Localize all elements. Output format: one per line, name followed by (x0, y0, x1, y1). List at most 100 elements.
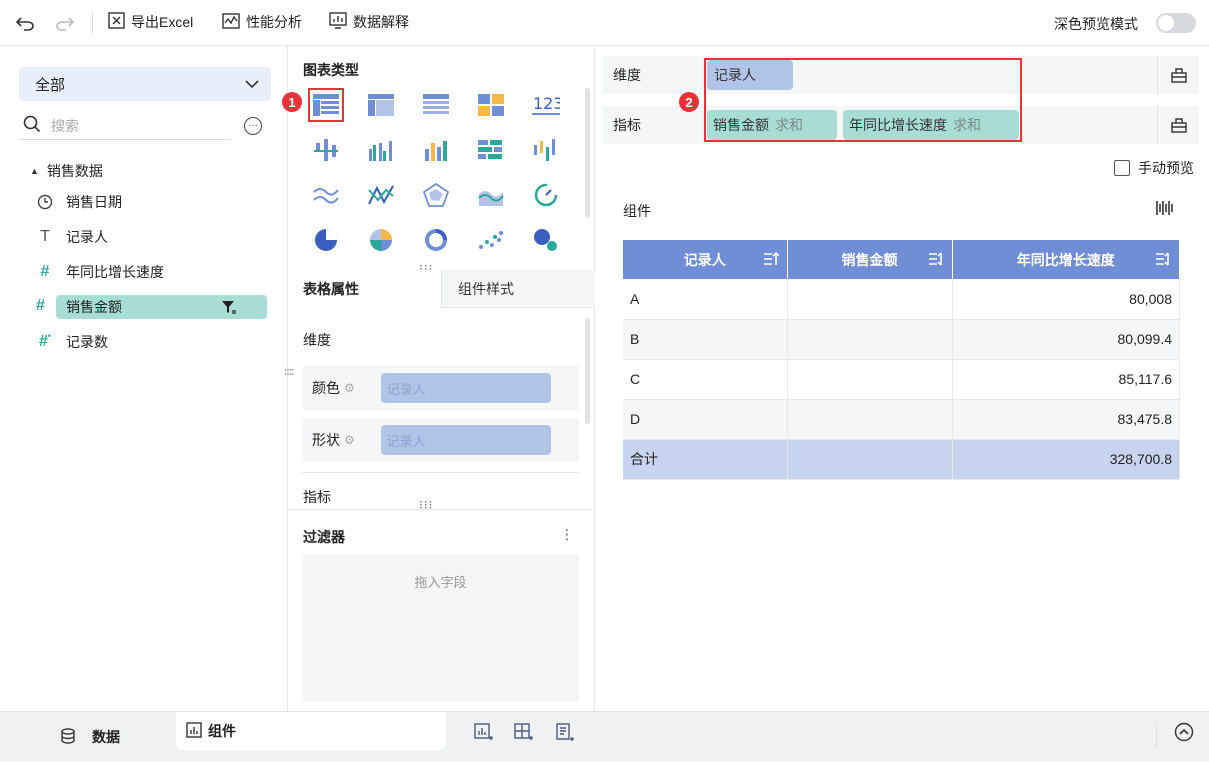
shelf-settings-icon[interactable] (1157, 106, 1199, 144)
kpi-number-chart-icon[interactable]: 123 (528, 88, 564, 122)
bottom-bar: 数据 组件 (0, 711, 1209, 761)
waterfall-chart-icon[interactable] (308, 133, 344, 167)
table-cell (787, 279, 953, 320)
toolbar-divider (92, 12, 93, 34)
manual-preview-checkbox[interactable]: 手动预览 (1114, 158, 1194, 178)
table-cell: 85,117.6 (952, 359, 1180, 400)
pulse-chart-icon (222, 12, 240, 32)
group-table-chart-icon[interactable] (418, 88, 454, 122)
database-icon (60, 727, 76, 747)
filter-drop-zone[interactable]: 拖入字段 (302, 554, 579, 702)
excel-icon (108, 12, 125, 32)
field-label: 销售金额 (66, 299, 122, 315)
bottom-divider (1156, 726, 1157, 748)
bubble-chart-icon[interactable] (528, 223, 564, 257)
more-options-icon[interactable]: ··· (244, 117, 262, 135)
grouped-bar-chart-icon[interactable] (363, 133, 399, 167)
add-dashboard-icon[interactable] (514, 723, 534, 746)
attr-dimension-label: 维度 (303, 332, 331, 348)
scatter-chart-icon[interactable] (473, 223, 509, 257)
donut-chart-icon[interactable] (418, 223, 454, 257)
area-chart-icon[interactable] (473, 178, 509, 212)
collapse-up-icon[interactable] (1174, 722, 1194, 745)
undo-icon[interactable] (14, 12, 36, 34)
field-item-sales-amount[interactable]: 销售金额 (56, 295, 267, 319)
column-header[interactable]: 销售金额 (787, 240, 953, 279)
cross-table-chart-icon[interactable] (363, 88, 399, 122)
bar-chart-icon (329, 12, 347, 32)
sort-icon[interactable] (1155, 251, 1171, 270)
filter-icon[interactable] (221, 299, 237, 318)
field-search[interactable]: 搜索 (19, 112, 231, 140)
add-story-icon[interactable] (555, 723, 575, 746)
table-row: B 80,099.4 (623, 319, 1180, 360)
hash-count-icon: # * (38, 333, 52, 350)
field-item-record-count[interactable]: # * 记录数 (36, 330, 268, 354)
text-T-icon: T (40, 228, 50, 245)
gauge-chart-icon[interactable] (528, 178, 564, 212)
more-vertical-icon[interactable]: ⋮ (560, 526, 574, 543)
field-item-sales-date[interactable]: 销售日期 (36, 190, 268, 214)
gear-icon[interactable]: ⚙ (344, 433, 355, 447)
attr-metric-label: 指标 (303, 489, 331, 505)
detail-table-chart-icon[interactable] (308, 88, 344, 122)
multi-pie-chart-icon[interactable] (363, 223, 399, 257)
tab-component-label: 组件 (208, 723, 236, 739)
data-explain-button[interactable]: 数据解释 (329, 12, 409, 32)
chart-type-scrollbar[interactable] (585, 88, 590, 218)
fold-line-chart-icon[interactable] (363, 178, 399, 212)
tab-table-attributes[interactable]: 表格属性 (288, 270, 441, 308)
line-chart-icon[interactable] (308, 178, 344, 212)
chart-type-title: 图表类型 (303, 62, 359, 78)
barcode-icon[interactable] (1156, 200, 1174, 219)
preview-panel: 维度 指标 记录人 销售金额 求和 年同比增长速度 求和 手动预览 组件 记录人 (595, 46, 1209, 711)
export-excel-label: 导出Excel (131, 14, 194, 30)
tab-data-label: 数据 (92, 729, 120, 745)
field-label: 记录数 (66, 334, 108, 350)
column-header[interactable]: 年同比增长速度 (952, 240, 1180, 279)
tab-component-style[interactable]: 组件样式 (441, 270, 595, 308)
column-header[interactable]: 记录人 (623, 240, 788, 279)
table-cell: A (623, 279, 788, 320)
dashboard-card-chart-icon[interactable] (473, 88, 509, 122)
shape-attribute-row: 形状 ⚙ 记录人 (302, 418, 579, 462)
tab-data[interactable]: 数据 (60, 712, 120, 762)
color-field-pill[interactable]: 记录人 (380, 373, 551, 403)
tab-component[interactable]: 组件 (176, 712, 446, 750)
column-chart-icon[interactable] (418, 133, 454, 167)
dark-mode-toggle[interactable] (1156, 13, 1196, 33)
horizontal-bar-chart-icon[interactable] (473, 133, 509, 167)
add-component-icon[interactable] (474, 723, 494, 746)
performance-analysis-button[interactable]: 性能分析 (222, 12, 302, 32)
data-field-panel: 全部 搜索 ··· ▲ 销售数据 销售日期 T 记录人 # 年同比增长速度 # … (0, 46, 296, 711)
attributes-scrollbar[interactable] (585, 318, 590, 424)
table-cell: B (623, 319, 788, 360)
sort-icon[interactable] (928, 251, 944, 270)
table-cell: 80,008 (952, 279, 1180, 320)
shelf-settings-icon[interactable] (1157, 56, 1199, 94)
step-badge-2: 2 (679, 92, 699, 112)
clock-icon (36, 194, 54, 210)
table-cell: 合计 (623, 439, 788, 480)
dataset-tree-node[interactable]: ▲ 销售数据 (30, 161, 103, 181)
table-row: C 85,117.6 (623, 359, 1180, 400)
checkbox-icon[interactable] (1114, 160, 1130, 176)
dataset-select[interactable]: 全部 (19, 67, 271, 101)
chart-component-icon (186, 721, 202, 741)
field-item-yoy-growth[interactable]: # 年同比增长速度 (36, 260, 268, 284)
pie-chart-icon[interactable] (308, 223, 344, 257)
gear-icon[interactable]: ⚙ (344, 381, 355, 395)
table-cell: C (623, 359, 788, 400)
radar-chart-icon[interactable] (418, 178, 454, 212)
sort-asc-icon[interactable] (763, 251, 780, 270)
column-header-label: 记录人 (683, 251, 726, 268)
chevron-down-icon (245, 76, 259, 93)
color-label: 颜色 (312, 380, 340, 396)
field-item-recorder[interactable]: T 记录人 (36, 225, 268, 249)
data-table: 记录人 销售金额 年同比增长速度 A 80,008 B 80,099.4 C 8… (623, 240, 1180, 480)
chart-type-grid: 123 (308, 88, 578, 257)
export-excel-button[interactable]: 导出Excel (108, 12, 193, 32)
diverging-bar-chart-icon[interactable] (528, 133, 564, 167)
shape-field-pill[interactable]: 记录人 (380, 425, 551, 455)
redo-icon[interactable] (54, 12, 76, 34)
